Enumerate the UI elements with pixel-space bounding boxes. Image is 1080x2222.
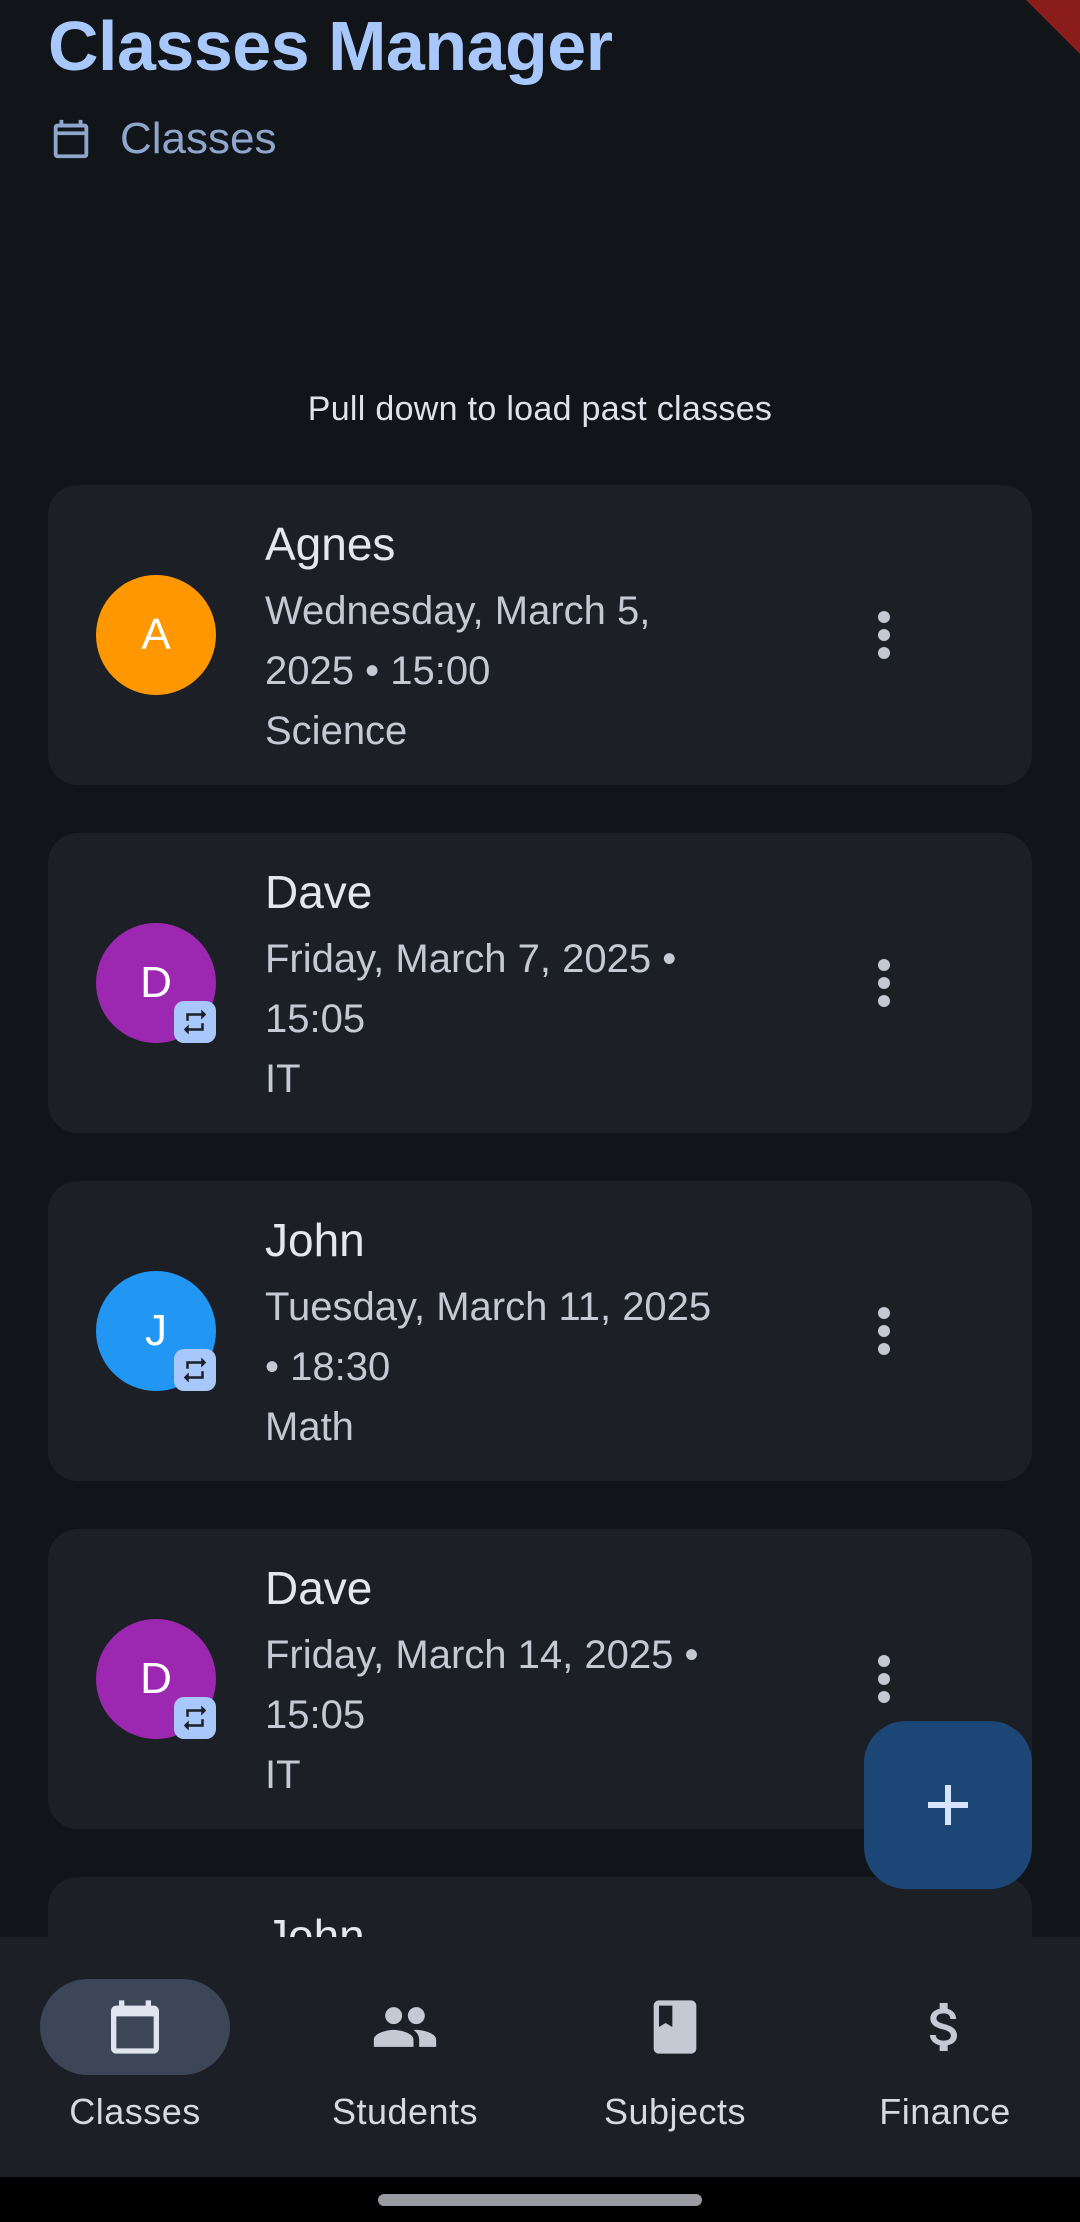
class-card[interactable]: A Agnes Wednesday, March 5, 2025 • 15:00… [48,485,1032,785]
avatar-initial: D [140,1654,172,1703]
page-title: Classes Manager [48,7,613,85]
nav-icon-container [850,1979,1040,2075]
debug-banner [1026,0,1080,54]
avatar: A [96,575,216,695]
book-icon [653,2000,697,2054]
student-name: Agnes [265,518,396,570]
student-name: John [265,1910,365,1937]
class-card[interactable]: D Dave Friday, March 7, 2025 • 15:05 IT [48,833,1032,1133]
class-date-line2: 15:05 [265,1693,366,1737]
class-subject: Math [265,1405,354,1449]
class-subject: Science [265,709,408,753]
class-date-line1: Friday, March 7, 2025 • [265,937,677,981]
nav-item-finance[interactable]: Finance [810,1937,1080,2177]
class-date-line1: Tuesday, March 11, 2025 [265,1285,712,1329]
class-card[interactable]: John [48,1877,1032,1937]
nav-icon-container [580,1979,770,2075]
avatar-initial: A [141,610,171,659]
bottom-navigation: Classes Students Subjects Finance [0,1937,1080,2177]
class-details: Tuesday, March 11, 2025 • 18:30 Math [265,1277,765,1457]
dollar-icon [929,2003,957,2051]
repeat-icon [174,1349,216,1391]
calendar-icon [53,119,89,159]
more-options-icon[interactable] [864,1639,904,1719]
add-class-button[interactable] [864,1721,1032,1889]
repeat-icon [174,1001,216,1043]
student-name: John [265,1214,365,1266]
plus-icon [928,1785,968,1825]
avatar-initial: D [140,958,172,1007]
home-gesture-bar[interactable] [378,2194,702,2206]
nav-active-indicator [40,1979,230,2075]
page-subtitle: Classes [48,112,277,166]
class-date-line2: 15:05 [265,997,366,1041]
calendar-icon [111,2000,159,2054]
class-date-line1: Wednesday, March 5, [265,589,651,633]
class-details: Friday, March 7, 2025 • 15:05 IT [265,929,765,1109]
nav-icon-container [310,1979,500,2075]
class-date-line2: • 18:30 [265,1345,391,1389]
class-date-line2: 2025 • 15:00 [265,649,491,693]
class-card[interactable]: J John Tuesday, March 11, 2025 • 18:30 M… [48,1181,1032,1481]
pull-to-load-hint: Pull down to load past classes [307,390,773,428]
class-subject: IT [265,1057,301,1101]
class-list[interactable]: A Agnes Wednesday, March 5, 2025 • 15:00… [48,485,1032,1937]
subtitle-text: Classes [120,114,277,163]
nav-item-subjects[interactable]: Subjects [540,1937,810,2177]
people-icon [373,2007,437,2047]
nav-label-subjects: Subjects [603,2091,747,2132]
nav-label-students: Students [331,2091,479,2132]
student-name: Dave [265,866,373,918]
more-options-icon[interactable] [864,1291,904,1371]
nav-label-finance: Finance [879,2091,1011,2132]
nav-item-classes[interactable]: Classes [0,1937,270,2177]
more-options-icon[interactable] [864,595,904,675]
nav-item-students[interactable]: Students [270,1937,540,2177]
class-details: Wednesday, March 5, 2025 • 15:00 Science [265,581,765,761]
class-subject: IT [265,1753,301,1797]
class-details: Friday, March 14, 2025 • 15:05 IT [265,1625,765,1805]
nav-label-classes: Classes [69,2091,201,2132]
repeat-icon [174,1697,216,1739]
student-name: Dave [265,1562,373,1614]
avatar-initial: J [145,1306,167,1355]
more-options-icon[interactable] [864,943,904,1023]
class-date-line1: Friday, March 14, 2025 • [265,1633,699,1677]
